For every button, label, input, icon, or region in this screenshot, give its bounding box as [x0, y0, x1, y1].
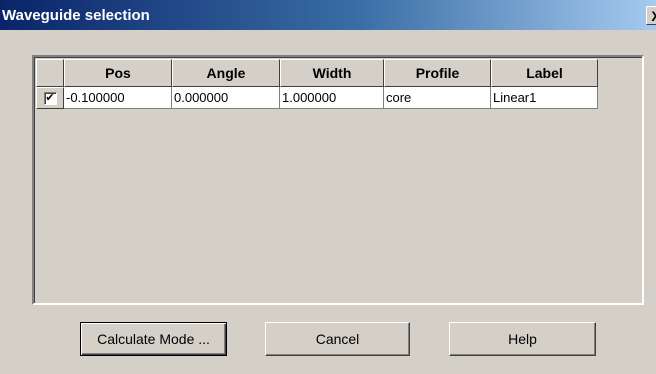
help-button[interactable]: Help	[449, 322, 596, 356]
header-profile[interactable]: Profile	[384, 59, 491, 87]
header-angle[interactable]: Angle	[172, 59, 280, 87]
table-row[interactable]: ✔ -0.100000 0.000000 1.000000 core Linea…	[36, 87, 598, 109]
cancel-button[interactable]: Cancel	[265, 322, 410, 356]
cell-pos[interactable]: -0.100000	[64, 87, 172, 109]
row-checkbox[interactable]: ✔	[43, 91, 57, 105]
row-select[interactable]: ✔	[36, 87, 64, 109]
waveguide-grid[interactable]: Pos Angle Width Profile Label ✔ -0.10000…	[32, 55, 644, 305]
header-pos[interactable]: Pos	[64, 59, 172, 87]
header-label[interactable]: Label	[491, 59, 598, 87]
close-button[interactable]: X	[646, 6, 656, 25]
cell-angle[interactable]: 0.000000	[172, 87, 280, 109]
help-label: Help	[508, 331, 537, 347]
checkmark-icon: ✔	[45, 91, 55, 104]
cell-width[interactable]: 1.000000	[280, 87, 384, 109]
grid-header-row: Pos Angle Width Profile Label	[36, 59, 598, 87]
window-title: Waveguide selection	[2, 6, 150, 24]
cell-profile[interactable]: core	[384, 87, 491, 109]
calculate-mode-button[interactable]: Calculate Mode ...	[80, 322, 227, 356]
close-icon: X	[651, 9, 656, 23]
cancel-label: Cancel	[315, 331, 360, 347]
header-width[interactable]: Width	[280, 59, 384, 87]
title-bar: Waveguide selection X	[0, 0, 656, 30]
header-corner	[36, 59, 64, 87]
calculate-mode-label: Calculate Mode ...	[97, 331, 210, 347]
cell-label[interactable]: Linear1	[491, 87, 598, 109]
